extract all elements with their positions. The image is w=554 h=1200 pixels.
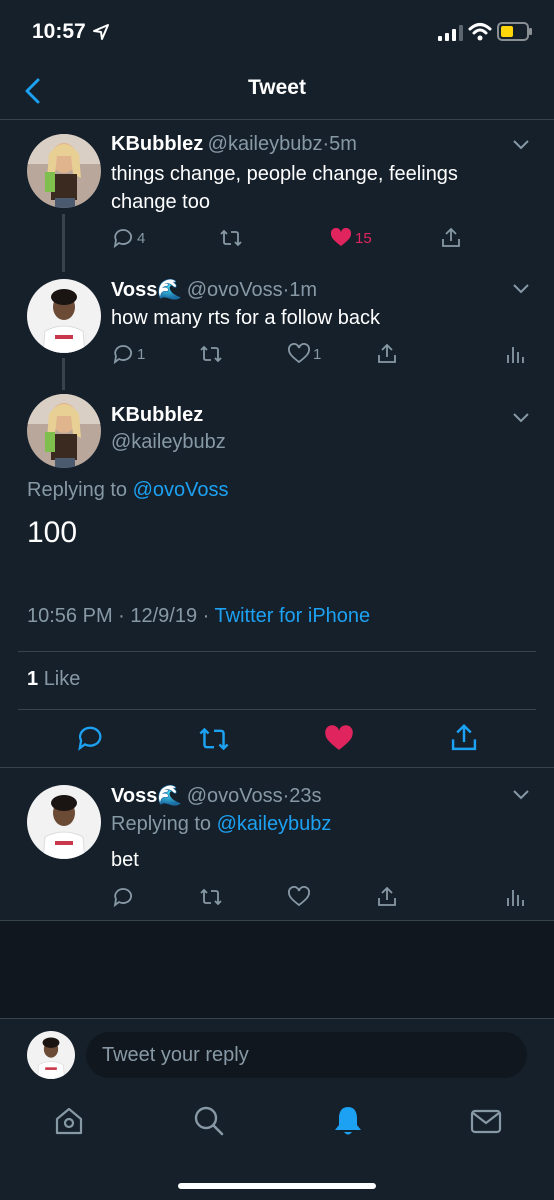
- avatar-voss[interactable]: [27, 279, 101, 353]
- cellular-signal-icon: [438, 25, 463, 41]
- chevron-down-icon[interactable]: [512, 283, 530, 295]
- analytics-button[interactable]: [504, 342, 526, 366]
- chevron-down-icon[interactable]: [512, 139, 530, 151]
- tweet-timestamp: 10:56 PM · 12/9/19 ·: [27, 605, 210, 627]
- heart-icon: [288, 886, 310, 907]
- likes-count: 1: [27, 668, 39, 690]
- tweet-text: how many rts for a follow back: [111, 307, 380, 329]
- tweet-text: things change, people change, feelings c…: [111, 163, 458, 213]
- analytics-button[interactable]: [504, 885, 526, 909]
- analytics-icon: [507, 890, 524, 906]
- like-button[interactable]: 15: [330, 226, 372, 250]
- share-icon: [378, 343, 396, 363]
- tweet-time: 23s: [289, 785, 322, 807]
- share-icon[interactable]: [449, 723, 479, 753]
- reply-button[interactable]: 4: [112, 226, 145, 250]
- share-icon: [442, 227, 460, 247]
- share-button[interactable]: [440, 226, 462, 250]
- tweet-time: 5m: [329, 133, 357, 155]
- like-count: 15: [355, 229, 372, 247]
- display-name[interactable]: Voss🌊: [111, 279, 182, 301]
- thread-connector-line: [62, 214, 65, 272]
- username[interactable]: @ovoVoss: [187, 785, 283, 807]
- avatar-kbubblez[interactable]: [27, 134, 101, 208]
- like-button[interactable]: [288, 885, 310, 909]
- share-button[interactable]: [376, 885, 398, 909]
- battery-icon: [497, 22, 532, 41]
- heart-icon: [288, 343, 310, 364]
- home-icon[interactable]: [52, 1104, 86, 1138]
- display-name[interactable]: Voss🌊: [111, 785, 182, 807]
- reply-input[interactable]: [86, 1032, 527, 1078]
- reply-icon: [113, 229, 132, 249]
- reply-icon[interactable]: [76, 724, 104, 752]
- retweet-button[interactable]: [220, 226, 242, 250]
- reply-count: 4: [137, 229, 146, 247]
- chevron-down-icon[interactable]: [512, 789, 530, 801]
- location-arrow-icon: [93, 24, 109, 40]
- analytics-icon: [507, 347, 524, 363]
- page-title: Tweet: [248, 76, 306, 99]
- like-button[interactable]: 1: [288, 342, 321, 366]
- replying-to-link[interactable]: @kaileybubz: [217, 813, 332, 835]
- avatar-kbubblez[interactable]: [27, 394, 101, 468]
- reply-icon: [113, 345, 132, 365]
- username[interactable]: @kaileybubz: [111, 431, 226, 454]
- display-name[interactable]: KBubblez: [111, 133, 203, 155]
- search-icon[interactable]: [192, 1104, 226, 1138]
- tweet-header: Voss🌊 @ovoVoss·23s: [111, 783, 322, 808]
- tweet-time: 1m: [289, 279, 318, 301]
- divider: [18, 709, 536, 710]
- retweet-icon: [200, 888, 222, 906]
- retweet-button[interactable]: [200, 342, 222, 366]
- avatar-voss[interactable]: [27, 785, 101, 859]
- reply-button[interactable]: 1: [112, 342, 145, 366]
- thread-connector-line: [62, 358, 65, 390]
- retweet-button[interactable]: [200, 885, 222, 909]
- reply-icon: [113, 888, 132, 908]
- reply-button[interactable]: [112, 885, 134, 909]
- username[interactable]: @ovoVoss: [187, 279, 283, 301]
- retweet-icon: [220, 229, 242, 247]
- main-tweet-text: 100: [27, 516, 78, 549]
- home-indicator[interactable]: [178, 1183, 376, 1189]
- divider: [0, 767, 554, 768]
- heart-filled-icon[interactable]: [324, 724, 354, 754]
- display-name[interactable]: KBubblez: [111, 404, 203, 427]
- like-count: 1: [313, 345, 322, 363]
- replying-to: Replying to @kaileybubz: [111, 813, 331, 836]
- retweet-icon: [200, 345, 222, 363]
- current-user-avatar[interactable]: [27, 1031, 75, 1079]
- wifi-icon: [468, 23, 492, 41]
- divider: [18, 651, 536, 652]
- tweet-header: KBubblez @kaileybubz·5m: [111, 133, 357, 156]
- replying-to: Replying to @ovoVoss: [27, 479, 229, 502]
- chevron-down-icon[interactable]: [512, 412, 530, 424]
- reply-count: 1: [137, 345, 146, 363]
- tweet-header: Voss🌊 @ovoVoss·1m: [111, 277, 317, 302]
- messages-icon[interactable]: [469, 1104, 503, 1138]
- status-time: 10:57: [32, 20, 86, 43]
- likes-label: Like: [43, 668, 81, 690]
- tweet-meta: 10:56 PM · 12/9/19 · Twitter for iPhone: [27, 605, 370, 628]
- replying-to-link[interactable]: @ovoVoss: [133, 479, 229, 501]
- retweet-icon[interactable]: [199, 724, 229, 754]
- replying-to-label: Replying to: [111, 813, 212, 835]
- share-icon: [378, 886, 396, 906]
- username[interactable]: @kaileybubz: [208, 133, 323, 155]
- tweet-text: bet: [111, 849, 139, 871]
- notifications-icon[interactable]: [331, 1104, 365, 1138]
- replying-to-label: Replying to: [27, 479, 128, 501]
- heart-filled-icon: [330, 227, 352, 246]
- tweet-source-link[interactable]: Twitter for iPhone: [215, 605, 371, 627]
- likes-summary[interactable]: 1 Like: [27, 668, 80, 691]
- share-button[interactable]: [376, 342, 398, 366]
